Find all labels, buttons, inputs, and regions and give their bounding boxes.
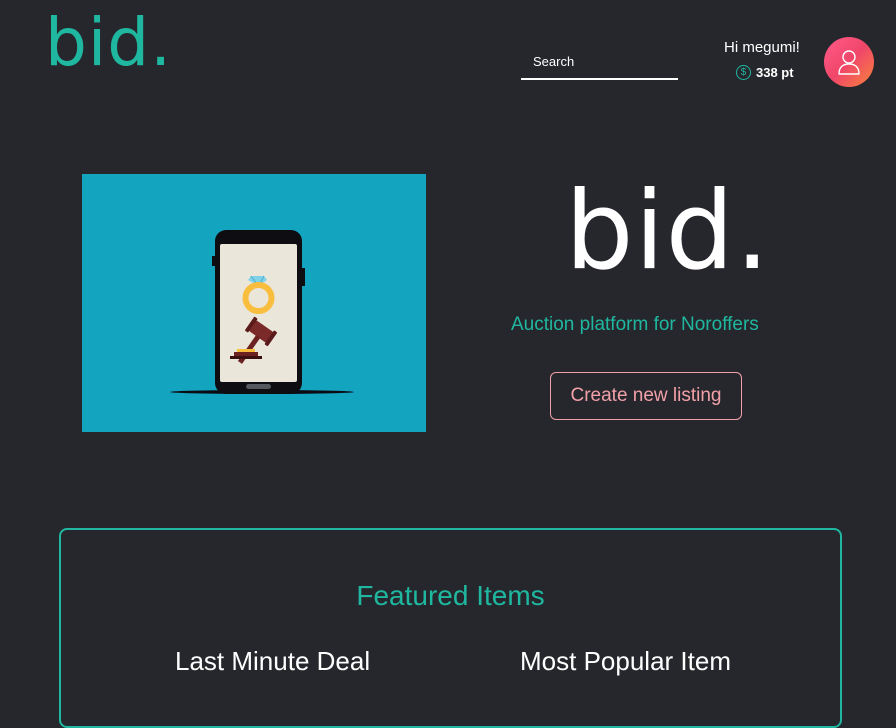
- search-box: [521, 48, 678, 80]
- user-icon: [838, 50, 860, 75]
- phone-auction-illustration: [170, 230, 354, 394]
- featured-section: Featured Items Last Minute Deal Most Pop…: [59, 528, 842, 728]
- points-value: 338 pt: [756, 65, 794, 80]
- featured-title: Featured Items: [356, 580, 545, 611]
- user-avatar[interactable]: [824, 37, 874, 87]
- hero-logo: bid.: [565, 169, 771, 294]
- user-greeting: Hi megumi!: [724, 39, 800, 56]
- brand-logo[interactable]: bid.: [45, 10, 172, 76]
- last-minute-deal-heading: Last Minute Deal: [175, 646, 371, 676]
- hero-tagline: Auction platform for Noroffers: [511, 314, 759, 335]
- most-popular-item-heading: Most Popular Item: [520, 646, 731, 676]
- user-points: $ 338 pt: [736, 65, 794, 80]
- coin-icon: $: [736, 65, 751, 80]
- hero-illustration: [82, 174, 426, 432]
- search-input[interactable]: [521, 48, 678, 74]
- create-listing-button[interactable]: Create new listing: [550, 372, 742, 420]
